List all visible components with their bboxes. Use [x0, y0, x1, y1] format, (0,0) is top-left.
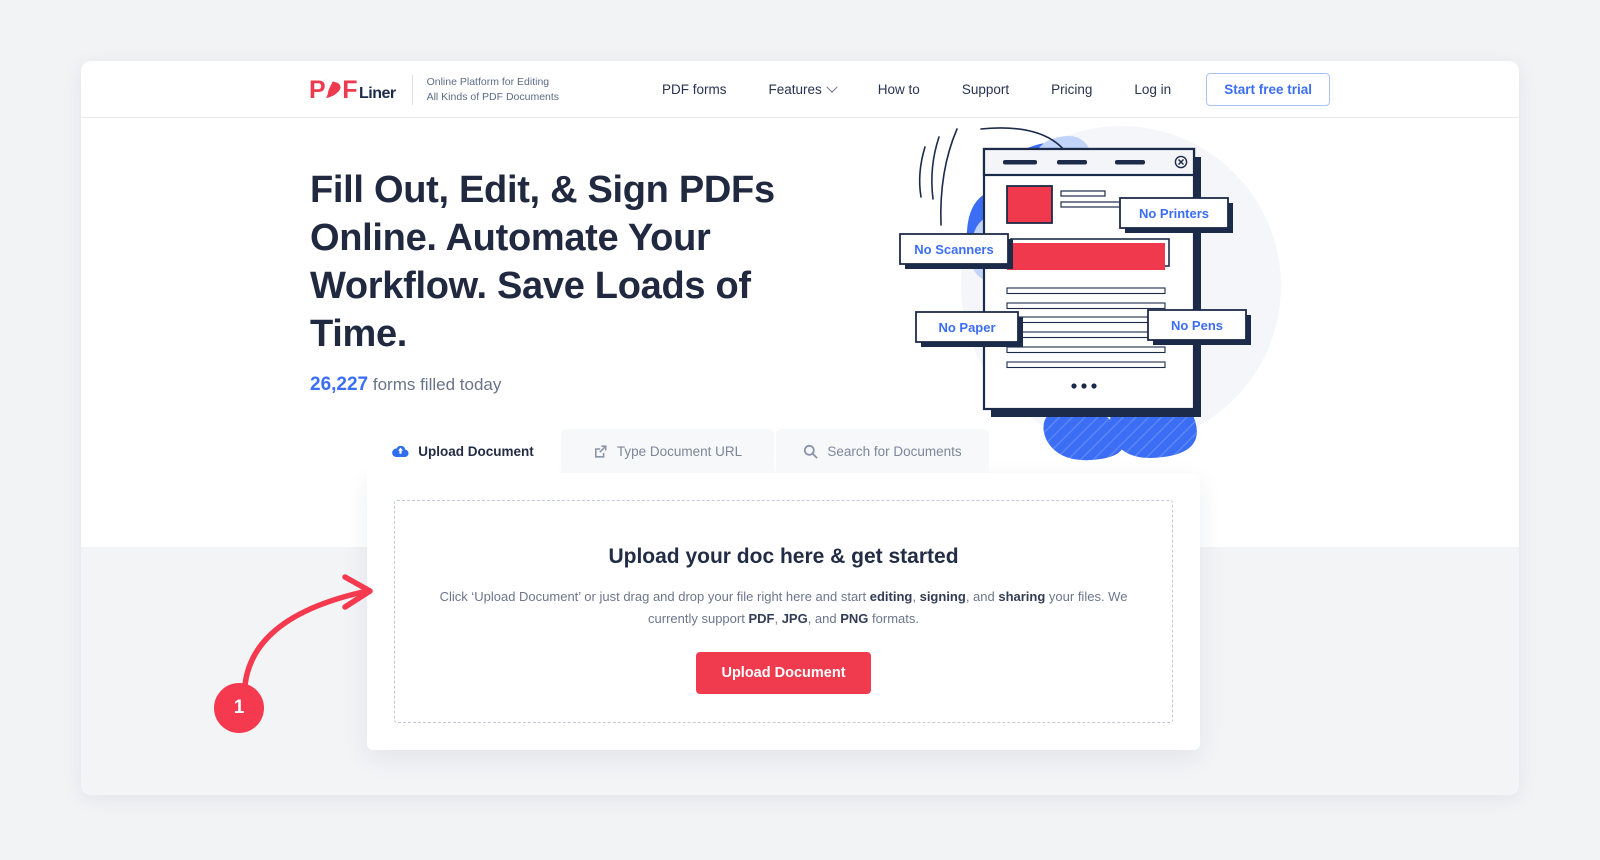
- illustration-label-no-paper: No Paper: [915, 311, 1023, 347]
- logo-divider: [411, 75, 413, 105]
- dropzone-desc-png: PNG: [840, 611, 869, 626]
- start-free-trial-button[interactable]: Start free trial: [1206, 73, 1330, 106]
- hero-heading: Fill Out, Edit, & Sign PDFs Online. Auto…: [310, 169, 775, 355]
- tab-label: Search for Documents: [827, 443, 962, 459]
- dropzone-desc-part: ,: [912, 589, 920, 604]
- nav-item-label: Log in: [1134, 82, 1172, 97]
- upload-tabs: Upload Document Type Document URL Search…: [367, 429, 1200, 473]
- logo-letter-p: P: [309, 76, 326, 104]
- step-number-badge: 1: [214, 683, 264, 733]
- logo-swoosh-icon: [324, 78, 343, 99]
- logo-letter-f: F: [342, 76, 357, 104]
- brand-logo[interactable]: P F Liner Online Platform for Editing Al…: [309, 71, 559, 109]
- illustration-label-no-printers: No Printers: [1119, 197, 1233, 233]
- dropzone-desc-part: , and: [965, 589, 999, 604]
- main-navigation: PDF forms Features How to Support Pricin…: [641, 61, 1330, 118]
- site-header: P F Liner Online Platform for Editing Al…: [81, 61, 1519, 118]
- tab-upload-document[interactable]: Upload Document: [367, 429, 559, 473]
- dropzone-desc-editing: editing: [869, 589, 913, 604]
- tab-search-for-documents[interactable]: Search for Documents: [776, 429, 989, 473]
- upload-panel: Upload your doc here & get started Click…: [367, 473, 1200, 750]
- upload-document-button[interactable]: Upload Document: [696, 652, 871, 694]
- nav-item-label: Support: [961, 82, 1010, 97]
- search-icon: [803, 444, 818, 459]
- cloud-upload-icon: [392, 444, 409, 458]
- forms-filled-counter: 26,227 forms filled today: [310, 374, 501, 396]
- illustration-label-no-scanners: No Scanners: [899, 233, 1013, 269]
- upload-widget: Upload Document Type Document URL Search…: [367, 429, 1200, 750]
- nav-item-label: PDF forms: [662, 82, 727, 97]
- nav-item-label: Pricing: [1051, 82, 1093, 97]
- chevron-down-icon: [826, 81, 838, 93]
- dropzone-title: Upload your doc here & get started: [608, 545, 959, 568]
- svg-text:No Printers: No Printers: [1139, 206, 1209, 221]
- page-card: P F Liner Online Platform for Editing Al…: [81, 61, 1519, 795]
- logo-mark: P F Liner: [309, 77, 396, 103]
- dropzone-description: Click ‘Upload Document’ or just drag and…: [434, 586, 1134, 630]
- forms-filled-count: 26,227: [310, 374, 369, 395]
- brand-tagline-line1: Online Platform for Editing: [426, 76, 550, 88]
- hero-illustration: No Printers No Scanners No Paper No Pens: [871, 121, 1291, 461]
- brand-tagline: Online Platform for Editing All Kinds of…: [427, 75, 559, 105]
- forms-filled-label: forms filled today: [372, 375, 502, 394]
- dropzone-desc-jpg: JPG: [781, 611, 808, 626]
- nav-item-pdf-forms[interactable]: PDF forms: [641, 82, 748, 97]
- nav-item-pricing[interactable]: Pricing: [1030, 82, 1113, 97]
- dropzone-desc-pdf: PDF: [748, 611, 775, 626]
- dropzone-desc-part: , and: [807, 611, 841, 626]
- dropzone-desc-part: formats.: [868, 611, 919, 626]
- nav-item-support[interactable]: Support: [941, 82, 1030, 97]
- logo-wordmark: Liner: [358, 85, 396, 102]
- svg-text:No Paper: No Paper: [938, 320, 995, 335]
- dropzone-desc-signing: signing: [919, 589, 966, 604]
- nav-item-label: Features: [768, 82, 822, 97]
- dropzone-desc-part: ,: [774, 611, 782, 626]
- svg-text:No Scanners: No Scanners: [914, 242, 993, 257]
- dropzone-desc-part: Click ‘Upload Document’ or just drag and…: [439, 589, 870, 604]
- brand-tagline-line2: All Kinds of PDF Documents: [426, 91, 560, 103]
- nav-item-log-in[interactable]: Log in: [1113, 82, 1192, 97]
- external-link-icon: [593, 444, 608, 459]
- tab-label: Upload Document: [418, 443, 534, 459]
- dropzone-desc-sharing: sharing: [998, 589, 1046, 604]
- tab-label: Type Document URL: [616, 443, 743, 459]
- illustration-label-no-pens: No Pens: [1147, 309, 1251, 345]
- nav-item-label: How to: [877, 82, 920, 97]
- tab-type-document-url[interactable]: Type Document URL: [561, 429, 774, 473]
- file-dropzone[interactable]: Upload your doc here & get started Click…: [394, 500, 1173, 723]
- svg-text:No Pens: No Pens: [1171, 318, 1223, 333]
- nav-item-features[interactable]: Features: [748, 81, 857, 97]
- nav-item-how-to[interactable]: How to: [857, 82, 941, 97]
